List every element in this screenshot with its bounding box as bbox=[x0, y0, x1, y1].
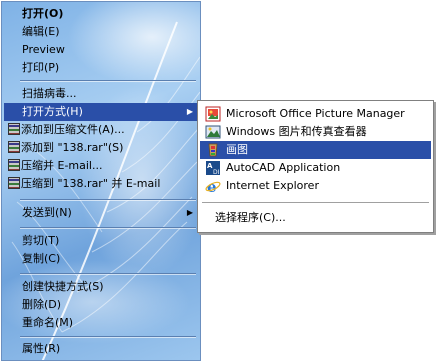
menu-item-open[interactable]: 打开(O) bbox=[4, 5, 199, 23]
menu-item-delete[interactable]: 删除(D) bbox=[4, 296, 199, 314]
menu-item-label: 压缩并 E-mail... bbox=[21, 159, 103, 172]
winrar-icon bbox=[8, 159, 20, 171]
menu-separator bbox=[20, 273, 196, 275]
winrar-icon bbox=[8, 123, 20, 135]
menu-item-preview[interactable]: Preview bbox=[4, 41, 199, 59]
submenu-item-label: Internet Explorer bbox=[226, 179, 319, 192]
submenu-arrow-icon: ▶ bbox=[186, 208, 193, 217]
menu-separator bbox=[20, 80, 196, 82]
menu-item-open-with-label: 打开方式(H) bbox=[22, 105, 83, 118]
menu-item-cut[interactable]: 剪切(T) bbox=[4, 232, 199, 250]
menu-item-print[interactable]: 打印(P) bbox=[4, 59, 199, 77]
menu-item-label: 添加到 "138.rar"(S) bbox=[21, 141, 124, 154]
winrar-icon bbox=[8, 141, 20, 153]
paint-icon bbox=[208, 143, 218, 157]
submenu-item-picture-manager[interactable]: Microsoft Office Picture Manager bbox=[200, 105, 431, 123]
menu-item-compress-to-138-rar-and-email[interactable]: 压缩到 "138.rar" 并 E-mail bbox=[4, 175, 199, 193]
open-with-submenu: Microsoft Office Picture Manager Windows… bbox=[197, 100, 434, 233]
menu-item-rename[interactable]: 重命名(M) bbox=[4, 314, 199, 332]
menu-item-compress-and-email[interactable]: 压缩并 E-mail... bbox=[4, 157, 199, 175]
file-context-menu: 打开(O) 编辑(E) Preview 打印(P) 扫描病毒... 打开方式(H… bbox=[1, 1, 201, 361]
menu-item-create-shortcut[interactable]: 创建快捷方式(S) bbox=[4, 278, 199, 296]
menu-separator bbox=[20, 199, 196, 201]
menu-item-open-with[interactable]: 打开方式(H) ▶ bbox=[4, 103, 199, 121]
picture-manager-icon bbox=[205, 106, 221, 122]
desktop-area: 打开(O) 编辑(E) Preview 打印(P) 扫描病毒... 打开方式(H… bbox=[0, 0, 437, 363]
menu-separator bbox=[20, 227, 196, 229]
submenu-item-choose-program[interactable]: 选择程序(C)... bbox=[200, 209, 431, 227]
menu-item-scan-virus[interactable]: 扫描病毒... bbox=[4, 85, 199, 103]
submenu-item-image-viewer[interactable]: Windows 图片和传真查看器 bbox=[200, 123, 431, 141]
autocad-icon: A DI bbox=[206, 161, 220, 176]
menu-item-properties[interactable]: 属性(R) bbox=[4, 340, 199, 358]
menu-item-copy[interactable]: 复制(C) bbox=[4, 250, 199, 268]
submenu-item-label: Windows 图片和传真查看器 bbox=[226, 125, 367, 138]
menu-item-edit[interactable]: 编辑(E) bbox=[4, 23, 199, 41]
submenu-item-label: 画图 bbox=[226, 143, 248, 156]
menu-separator bbox=[20, 336, 196, 338]
menu-item-send-to-label: 发送到(N) bbox=[22, 206, 72, 219]
image-viewer-icon bbox=[205, 125, 221, 139]
submenu-arrow-icon: ▶ bbox=[186, 107, 193, 116]
submenu-item-label: Microsoft Office Picture Manager bbox=[226, 107, 405, 120]
menu-item-label: 压缩到 "138.rar" 并 E-mail bbox=[21, 177, 161, 190]
svg-text:DI: DI bbox=[213, 169, 220, 176]
submenu-item-label: AutoCAD Application bbox=[226, 161, 341, 174]
internet-explorer-icon: e bbox=[205, 178, 221, 194]
submenu-item-autocad[interactable]: A DI AutoCAD Application bbox=[200, 159, 431, 177]
submenu-separator bbox=[202, 202, 429, 204]
submenu-item-internet-explorer[interactable]: e Internet Explorer bbox=[200, 177, 431, 195]
winrar-icon bbox=[8, 177, 20, 189]
menu-item-label: 添加到压缩文件(A)... bbox=[21, 123, 125, 136]
menu-item-add-to-archive[interactable]: 添加到压缩文件(A)... bbox=[4, 121, 199, 139]
menu-item-send-to[interactable]: 发送到(N) ▶ bbox=[4, 204, 199, 222]
menu-item-add-to-138-rar[interactable]: 添加到 "138.rar"(S) bbox=[4, 139, 199, 157]
submenu-item-paint[interactable]: 画图 bbox=[200, 141, 431, 159]
